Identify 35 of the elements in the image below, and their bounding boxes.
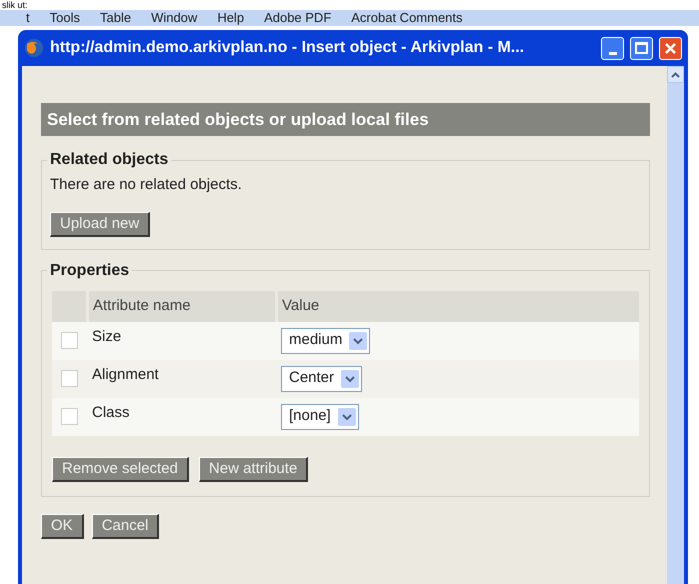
scroll-up-button[interactable] xyxy=(667,66,684,83)
close-button[interactable] xyxy=(659,36,682,60)
menu-item[interactable]: Tools xyxy=(50,8,80,28)
chevron-down-icon xyxy=(338,408,356,426)
document-text: slik ut: xyxy=(2,0,28,10)
checkbox[interactable] xyxy=(61,332,78,349)
globe-icon xyxy=(24,38,44,58)
attribute-name: Alignment xyxy=(92,365,160,386)
chevron-up-icon xyxy=(671,72,680,78)
menu-item[interactable]: Window xyxy=(151,8,198,28)
panel-legend: Related objects xyxy=(47,148,172,172)
attribute-name: Class xyxy=(92,403,131,424)
empty-message: There are no related objects. xyxy=(50,175,243,195)
column-header: Value xyxy=(278,290,639,322)
maximize-button[interactable] xyxy=(630,36,653,60)
attribute-name: Size xyxy=(92,327,122,348)
menu-item[interactable]: Help xyxy=(217,8,244,28)
close-icon xyxy=(664,42,677,54)
checkbox[interactable] xyxy=(61,408,78,425)
minimize-button[interactable] xyxy=(601,36,624,60)
dialog-heading: Select from related objects or upload local files xyxy=(41,103,650,136)
menu-item[interactable]: Table xyxy=(100,8,132,28)
chevron-down-icon xyxy=(349,332,368,350)
value-dropdown[interactable]: medium xyxy=(281,328,370,354)
menu-item[interactable]: Acrobat Comments xyxy=(351,8,463,28)
chevron-down-icon xyxy=(341,370,360,388)
value-dropdown[interactable]: [none] xyxy=(281,404,359,430)
column-header: Attribute name xyxy=(89,290,275,322)
menu-item[interactable]: t xyxy=(26,8,30,28)
value-dropdown[interactable]: Center xyxy=(281,366,362,392)
menu-item[interactable]: Adobe PDF xyxy=(264,8,332,28)
window-title: http://admin.demo.arkivplan.no - Insert object - Arkivplan - M... xyxy=(50,38,526,58)
checkbox[interactable] xyxy=(61,370,78,387)
header-cell xyxy=(52,290,86,322)
panel-legend: Properties xyxy=(47,258,132,282)
